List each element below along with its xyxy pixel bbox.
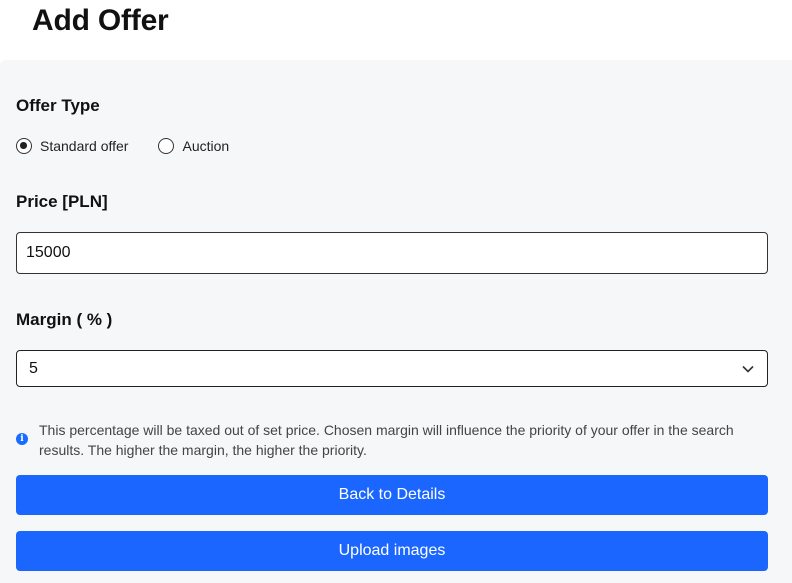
- radio-checked-icon[interactable]: [16, 138, 32, 154]
- info-icon: i: [16, 433, 28, 445]
- margin-info-text: This percentage will be taxed out of set…: [39, 422, 734, 458]
- margin-select-value: 5: [29, 359, 38, 377]
- radio-standard-offer[interactable]: Standard offer: [16, 138, 128, 154]
- radio-auction[interactable]: Auction: [158, 138, 229, 154]
- margin-info: i This percentage will be taxed out of s…: [16, 420, 776, 460]
- price-input[interactable]: [16, 232, 768, 274]
- chevron-down-icon: [741, 362, 755, 376]
- margin-label: Margin ( % ): [16, 310, 113, 329]
- radio-auction-label: Auction: [182, 138, 230, 154]
- page-title: Add Offer: [32, 4, 169, 37]
- upload-images-button[interactable]: Upload images: [16, 531, 768, 571]
- margin-select[interactable]: 5: [16, 350, 768, 387]
- offer-type-label: Offer Type: [16, 96, 100, 115]
- page-header: Add Offer: [0, 0, 792, 60]
- back-to-details-button[interactable]: Back to Details: [16, 475, 768, 515]
- offer-type-radio-group: Standard offer Auction: [16, 137, 259, 155]
- radio-standard-offer-label: Standard offer: [40, 138, 129, 154]
- price-label: Price [PLN]: [16, 192, 108, 211]
- radio-unchecked-icon[interactable]: [158, 138, 175, 154]
